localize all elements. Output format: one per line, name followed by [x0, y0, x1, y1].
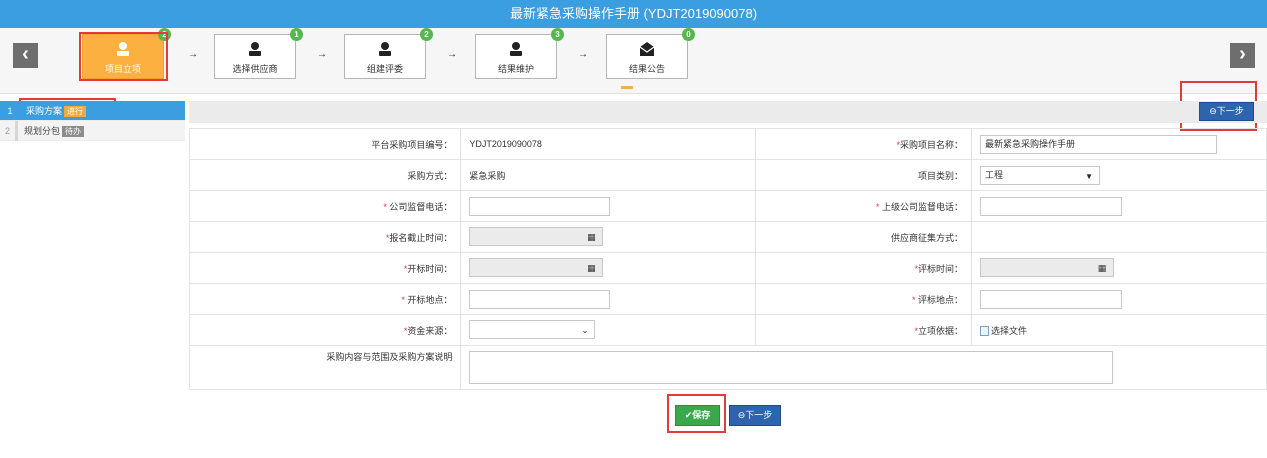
page-title-bar: 最新紧急采购操作手册 (YDJT2019090078): [0, 0, 1267, 28]
category-label: 项目类别：: [755, 159, 973, 191]
form-row: 采购内容与范围及采购方案说明: [188, 345, 1267, 390]
step-count-badge: 3: [551, 28, 564, 41]
deadline-date-input[interactable]: ▦: [469, 226, 604, 247]
calendar-icon[interactable]: ▦: [1091, 259, 1113, 278]
basis-label: *立项依据：: [755, 314, 973, 346]
description-label: 采购内容与范围及采购方案说明: [188, 345, 462, 390]
prev-step-button[interactable]: ‹: [13, 43, 38, 68]
company-phone-input[interactable]: [469, 196, 611, 216]
sidebar-item-procurement-plan[interactable]: 1 采购方案 进行: [0, 101, 185, 121]
sidebar-item-package-planning[interactable]: 2 规划分包 待办: [0, 121, 185, 141]
caret-down-icon: ▼: [1085, 171, 1094, 181]
form-toolbar: [189, 101, 1267, 123]
open-time-input[interactable]: ▦: [469, 257, 604, 278]
step-label: 选择供应商: [232, 64, 278, 74]
select-file-link[interactable]: 选择文件: [980, 326, 1027, 337]
method-label: 采购方式：: [188, 159, 462, 191]
page-title: 最新紧急采购操作手册 (YDJT2019090078): [509, 6, 758, 21]
step-result-maintenance[interactable]: 结果维护 3: [475, 28, 564, 79]
arrow-right-circle-icon: ⊖: [1209, 106, 1217, 116]
open-time-label: *开标时间：: [188, 252, 462, 284]
step-count-badge: 2: [420, 28, 433, 41]
status-badge: 进行: [64, 106, 87, 117]
step-result-announcement[interactable]: 结果公告 0: [606, 28, 695, 79]
current-step-indicator: [621, 86, 633, 89]
step-label: 结果维护: [497, 64, 534, 74]
sidebar-item-label: 采购方案: [26, 106, 63, 116]
step-project-setup[interactable]: 项目立项 2: [82, 28, 171, 79]
file-icon: [980, 326, 990, 337]
parent-phone-label: * 上级公司监督电话：: [755, 190, 973, 222]
next-step-button[interactable]: ⊖下一步: [729, 405, 781, 426]
step-count-badge: 0: [682, 28, 695, 41]
eval-time-input[interactable]: ▦: [980, 257, 1115, 278]
eval-place-input[interactable]: [980, 289, 1123, 309]
project-no-label: 平台采购项目编号：: [188, 128, 462, 160]
sidebar: 1 采购方案 进行 2 规划分包 待办: [0, 101, 185, 141]
open-place-input[interactable]: [469, 289, 611, 309]
project-name-input[interactable]: 最新紧急采购操作手册: [980, 134, 1218, 154]
step-arrow-icon: →: [447, 49, 457, 60]
step-count-badge: 2: [158, 28, 171, 41]
button-label: 下一步: [745, 410, 773, 420]
sidebar-item-label: 规划分包: [24, 126, 61, 136]
sidebar-item-number: 2: [0, 121, 18, 141]
form-row: *报名截止时间： ▦ 供应商征集方式：: [188, 221, 1267, 253]
open-place-label: * 开标地点：: [188, 283, 462, 315]
button-label: 保存: [692, 410, 711, 420]
step-select-supplier[interactable]: 选择供应商 1: [214, 28, 303, 79]
supplier-method-label: 供应商征集方式：: [755, 221, 973, 253]
save-button[interactable]: ✔保存: [675, 405, 720, 426]
step-arrow-icon: →: [578, 49, 588, 60]
sidebar-item-number: 1: [7, 106, 13, 116]
user-icon: [510, 42, 522, 56]
step-label: 项目立项: [104, 64, 141, 74]
step-arrow-icon: →: [317, 49, 327, 60]
fund-source-select[interactable]: ⌄: [469, 319, 596, 339]
next-step-arrow-button[interactable]: ›: [1230, 43, 1255, 68]
project-name-label: *采购项目名称：: [755, 128, 973, 160]
next-step-button-top[interactable]: ⊖下一步: [1199, 102, 1254, 121]
form-row: * 开标地点： * 评标地点：: [188, 283, 1267, 315]
category-select[interactable]: 工程 ▼: [980, 165, 1101, 185]
form-row: * 公司监督电话： * 上级公司监督电话：: [188, 190, 1267, 222]
form-row: *开标时间： ▦ *评标时间： ▦: [188, 252, 1267, 284]
form-row: 平台采购项目编号： YDJT2019090078 *采购项目名称： 最新紧急采购…: [188, 128, 1267, 160]
calendar-icon[interactable]: ▦: [580, 228, 602, 247]
parent-phone-input[interactable]: [980, 196, 1123, 216]
button-label: 下一步: [1216, 106, 1244, 116]
step-count-badge: 1: [290, 28, 303, 41]
calendar-icon[interactable]: ▦: [580, 259, 602, 278]
deadline-label: *报名截止时间：: [188, 221, 462, 253]
step-form-committee[interactable]: 组建评委 2: [344, 28, 433, 79]
fund-label: *资金来源：: [188, 314, 462, 346]
description-textarea[interactable]: [469, 351, 1114, 384]
step-label: 结果公告: [628, 64, 665, 74]
company-phone-label: * 公司监督电话：: [188, 190, 462, 222]
eval-time-label: *评标时间：: [755, 252, 973, 284]
procurement-form: 平台采购项目编号： YDJT2019090078 *采购项目名称： 最新紧急采购…: [188, 128, 1267, 390]
step-wizard: ‹ 项目立项 2 → 选择供应商 1 → 组建评委 2 → 结果维护 3 → 结…: [0, 28, 1267, 94]
step-arrow-icon: →: [188, 49, 198, 60]
step-label: 组建评委: [366, 64, 403, 74]
status-badge: 待办: [62, 126, 85, 137]
project-no-value: YDJT2019090078: [460, 128, 757, 160]
eval-place-label: * 评标地点：: [755, 283, 973, 315]
form-row: 采购方式： 紧急采购 项目类别： 工程 ▼: [188, 159, 1267, 191]
method-value: 紧急采购: [460, 159, 757, 191]
chevron-down-icon: ⌄: [581, 325, 589, 335]
envelope-icon: [639, 42, 655, 56]
user-icon: [379, 42, 391, 56]
user-icon: [249, 42, 261, 56]
user-icon: [117, 42, 129, 56]
form-row: *资金来源： ⌄ *立项依据： 选择文件: [188, 314, 1267, 346]
